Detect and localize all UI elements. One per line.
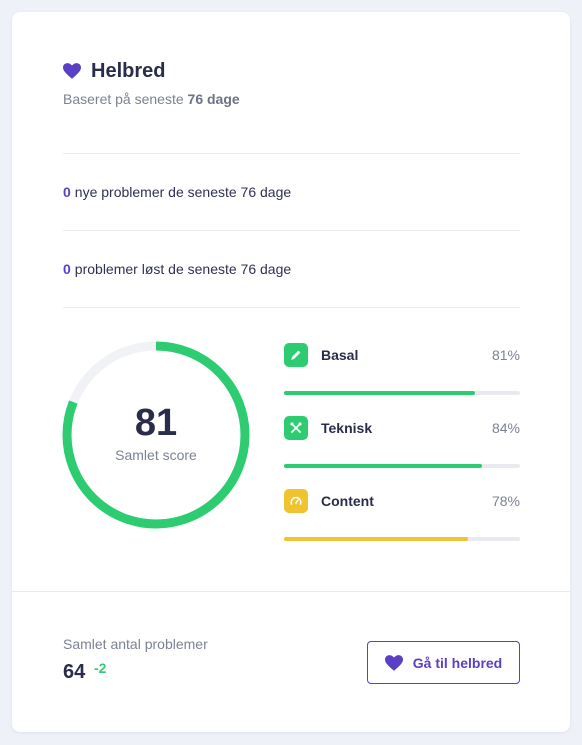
score-breakdown: Basal 81% Teknisk 84% Content 78% [284,343,520,562]
metric-progress-bar [284,537,520,541]
metric-progress-bar [284,391,520,395]
new-problems-stat: 0 nye problemer de seneste 76 dage [63,184,520,200]
divider [63,230,520,231]
new-problems-count: 0 [63,184,71,200]
tools-icon [284,416,308,440]
total-problems-delta: -2 [94,660,107,676]
footer-divider [12,591,570,592]
resolved-problems-stat: 0 problemer løst de seneste 76 dage [63,261,520,277]
gauge-icon [284,489,308,513]
metric-progress-bar [284,464,520,468]
new-problems-text: nye problemer de seneste 76 dage [74,184,292,200]
subtitle-days: 76 dage [187,91,240,107]
metric-progress-fill [284,391,476,395]
total-problems-value: 64 [63,661,86,683]
metric-name: Teknisk [321,420,373,436]
health-card: Helbred Baseret på seneste 76 dage 0 nye … [12,12,570,732]
pencil-icon [284,343,308,367]
card-title: Helbred [91,59,166,82]
divider [63,153,520,154]
metric-basal: Basal 81% [284,343,520,416]
resolved-problems-text: problemer løst de seneste 76 dage [74,261,292,277]
divider [63,307,520,308]
card-subtitle: Baseret på seneste 76 dage [63,91,520,107]
go-to-health-button[interactable]: Gå til helbred [367,641,520,684]
heart-icon [63,63,81,79]
subtitle-prefix: Baseret på seneste [63,91,184,107]
go-to-health-label: Gå til helbred [412,654,503,671]
overall-score-donut: 81 Samlet score [61,340,251,530]
card-header: Helbred Baseret på seneste 76 dage [63,58,520,107]
score-label: Samlet score [115,447,197,463]
metric-name: Basal [321,347,359,363]
metric-progress-fill [284,464,483,468]
metric-content: Content 78% [284,489,520,562]
metric-teknisk: Teknisk 84% [284,416,520,489]
metric-percent: 81% [491,347,520,363]
heart-icon [384,654,403,671]
metric-percent: 84% [491,420,520,436]
resolved-problems-count: 0 [63,261,71,277]
score-value: 81 [134,402,178,444]
total-problems-label: Samlet antal problemer [63,636,208,652]
metric-progress-fill [284,537,469,541]
metric-percent: 78% [491,493,520,509]
metric-name: Content [321,493,374,509]
